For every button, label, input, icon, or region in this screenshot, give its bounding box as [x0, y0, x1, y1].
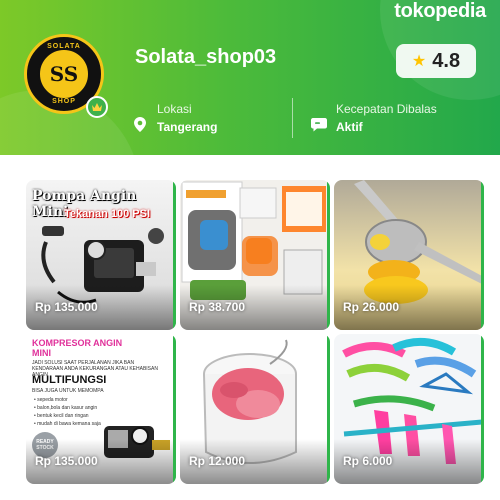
product-title: KOMPRESOR ANGIN MINI	[32, 338, 123, 358]
product-price: Rp 6.000	[343, 454, 393, 468]
star-icon: ★	[411, 53, 427, 70]
location-value: Tangerang	[157, 120, 218, 134]
feature-item: • sepeda motor	[34, 397, 68, 403]
card-accent	[327, 180, 330, 330]
info-divider	[292, 98, 293, 138]
response-speed-label: Kecepatan Dibalas	[336, 102, 437, 116]
feature-text: mudah di bawa kemana saja	[37, 421, 101, 427]
product-card[interactable]: Pompa Angin Mini Tekanan 100 PSI Rp 135.…	[26, 180, 176, 330]
feature-list: • sepeda motor • balon,bola dan kasur an…	[34, 396, 101, 428]
card-accent	[481, 334, 484, 484]
card-accent	[173, 180, 176, 330]
shop-avatar-monogram: SS	[38, 48, 90, 100]
product-price: Rp 38.700	[189, 300, 246, 314]
product-card[interactable]: Rp 12.000	[180, 334, 330, 484]
product-price: Rp 12.000	[189, 454, 246, 468]
feature-text: balon,bola dan kasur angin	[37, 405, 98, 411]
product-subtitle: Tekanan 100 PSI	[64, 208, 151, 220]
product-card[interactable]: Rp 38.700	[180, 180, 330, 330]
product-subtitle: MULTIFUNGSI	[32, 374, 107, 386]
product-price: Rp 135.000	[35, 300, 98, 314]
product-description-2: BISA JUGA UNTUK MEMOMPA	[32, 388, 104, 394]
shop-rating-badge[interactable]: ★ 4.8	[396, 44, 476, 78]
card-accent	[327, 334, 330, 484]
product-card[interactable]: Rp 26.000	[334, 180, 484, 330]
product-price: Rp 26.000	[343, 300, 400, 314]
feature-item: • mudah di bawa kemana saja	[34, 421, 101, 427]
product-card[interactable]: KOMPRESOR ANGIN MINI JADI SOLUSI SAAT PE…	[26, 334, 176, 484]
location-label: Lokasi	[157, 102, 192, 116]
location-pin-icon	[134, 117, 146, 132]
card-accent	[481, 180, 484, 330]
product-card[interactable]: Rp 6.000	[334, 334, 484, 484]
shop-name[interactable]: Solata_shop03	[135, 46, 276, 69]
feature-item: • bentuk kecil dan ringan	[34, 413, 89, 419]
feature-text: bentuk kecil dan ringan	[37, 413, 89, 419]
response-speed-value: Aktif	[336, 120, 363, 134]
shop-header: tokopedia SOLATA SS SHOP Solata_shop03 ★…	[0, 0, 500, 155]
shop-avatar-ring-bottom: SHOP	[52, 98, 76, 105]
feature-text: sepeda motor	[37, 397, 68, 403]
feature-item: • balon,bola dan kasur angin	[34, 405, 98, 411]
product-price: Rp 135.000	[35, 454, 98, 468]
power-merchant-crown-icon	[86, 96, 108, 118]
shop-rating-value: 4.8	[432, 49, 461, 72]
chat-bubble-icon	[311, 118, 327, 132]
card-accent	[173, 334, 176, 484]
shop-avatar-ring-top: SOLATA	[47, 43, 81, 50]
tokopedia-logo[interactable]: tokopedia	[394, 0, 486, 23]
